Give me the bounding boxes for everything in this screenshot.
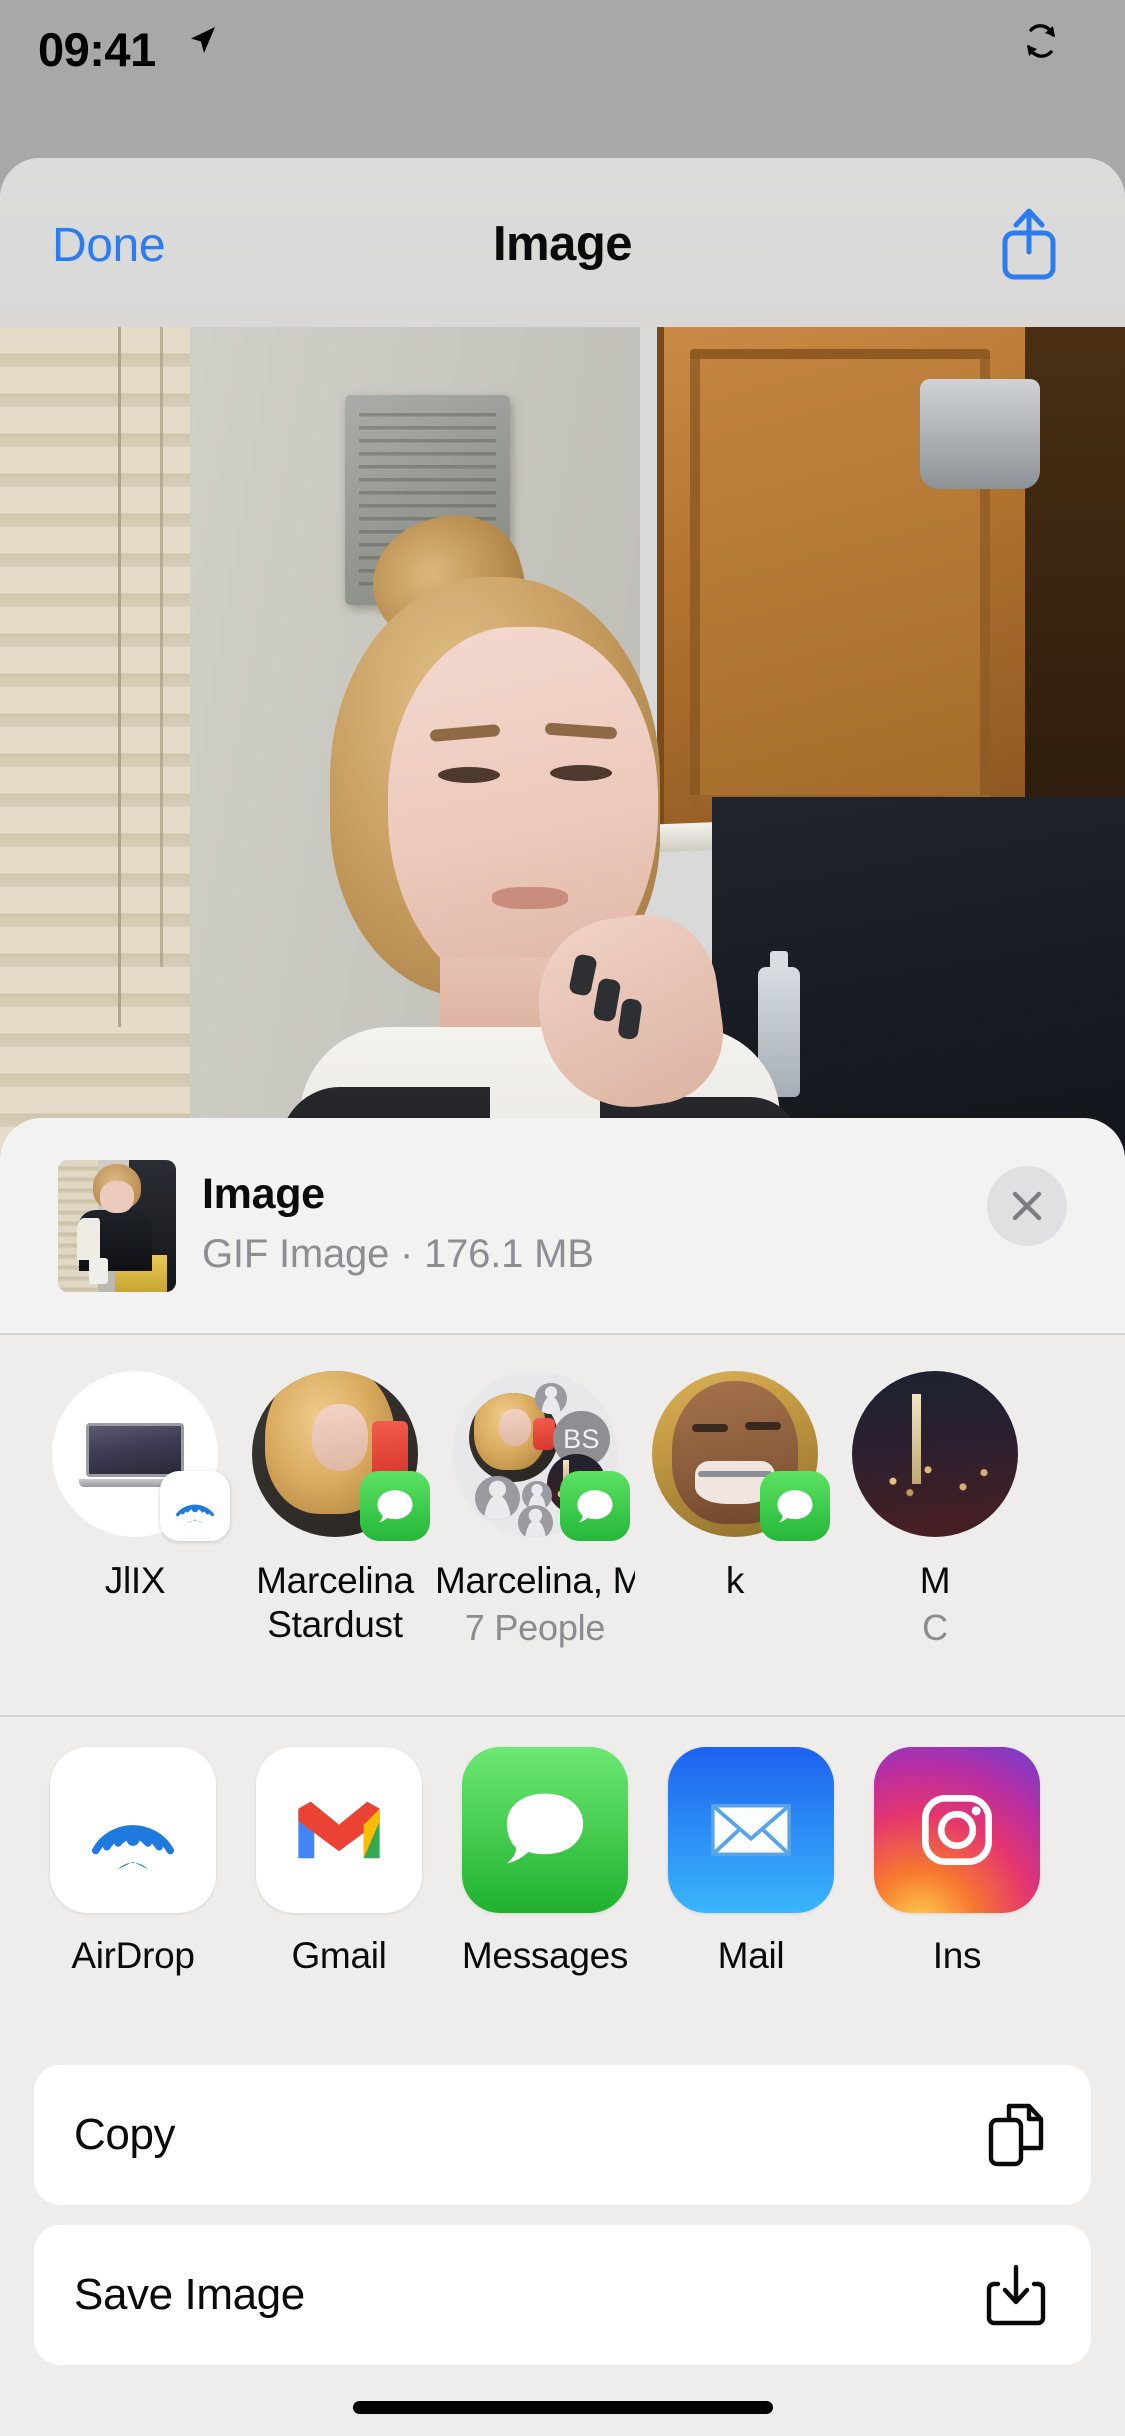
person-placeholder-icon xyxy=(475,1475,521,1521)
gmail-icon xyxy=(256,1747,422,1913)
contact-name: Marcelina, Mic... xyxy=(435,1560,635,1601)
person-placeholder-icon xyxy=(518,1505,554,1537)
mail-icon xyxy=(668,1747,834,1913)
home-indicator[interactable] xyxy=(352,2401,773,2414)
avatar xyxy=(652,1371,830,1541)
close-button[interactable] xyxy=(987,1166,1067,1246)
contact-item[interactable]: M C xyxy=(852,1335,1018,1715)
airdrop-badge-icon xyxy=(160,1471,230,1541)
app-label: AirDrop xyxy=(71,1935,195,1976)
app-item-instagram[interactable]: Ins xyxy=(874,1717,1040,2037)
app-item-airdrop[interactable]: AirDrop xyxy=(50,1717,216,2037)
share-up-arrow-icon[interactable] xyxy=(995,206,1063,282)
contacts-row[interactable]: JlIX Marcelina Stardust BS Marcelina, M … xyxy=(0,1335,1125,1715)
sync-rotate-icon xyxy=(1027,24,1055,58)
close-x-icon xyxy=(1012,1191,1042,1221)
actions-list: Copy Save Image xyxy=(0,2037,1125,2365)
file-thumbnail xyxy=(58,1160,176,1292)
apps-row[interactable]: AirDrop Gmail Messages Mail Ins xyxy=(0,1717,1125,2037)
avatar xyxy=(252,1371,430,1541)
contact-item[interactable]: k xyxy=(652,1335,830,1715)
airdrop-icon xyxy=(50,1747,216,1913)
messages-badge-icon xyxy=(760,1471,830,1541)
copy-documents-icon xyxy=(988,2103,1044,2167)
contact-subtitle: C xyxy=(922,1606,948,1648)
contact-name: Marcelina Stardust xyxy=(256,1560,414,1645)
status-bar: 09:41 xyxy=(0,0,1125,163)
person-placeholder-icon xyxy=(535,1382,567,1415)
contact-name: k xyxy=(725,1560,745,1601)
app-item-messages[interactable]: Messages xyxy=(462,1717,628,2037)
nav-bar: Done Image xyxy=(0,158,1125,327)
share-sheet-header: Image GIF Image · 176.1 MB xyxy=(0,1118,1125,1333)
app-label: Gmail xyxy=(291,1935,387,1976)
messages-badge-icon xyxy=(560,1471,630,1541)
avatar: BS xyxy=(452,1371,630,1541)
app-label: Ins xyxy=(932,1935,982,1976)
avatar xyxy=(852,1371,1018,1537)
share-sheet: Image GIF Image · 176.1 MB JlIX Marcelin… xyxy=(0,1118,1125,2436)
app-label: Mail xyxy=(717,1935,785,1976)
avatar xyxy=(52,1371,230,1541)
contact-name: JlIX xyxy=(104,1560,166,1601)
save-download-icon xyxy=(986,2264,1046,2326)
status-time: 09:41 xyxy=(38,23,156,76)
contact-item[interactable]: BS Marcelina, M 7 People xyxy=(435,1335,635,1715)
action-label: Save Image xyxy=(74,2270,305,2319)
file-title: Image xyxy=(202,1170,325,1218)
messages-badge-icon xyxy=(360,1471,430,1541)
action-label: Copy xyxy=(74,2110,176,2159)
iphone-screen: 09:41 Done Image Image GIF Image · 176.1… xyxy=(0,0,1125,2436)
messages-icon xyxy=(462,1747,628,1913)
app-card: Done Image Image GIF Image · 176.1 MB Jl… xyxy=(0,158,1125,2436)
contact-item[interactable]: JlIX xyxy=(52,1335,230,1715)
location-arrow-icon xyxy=(191,27,215,53)
contact-item[interactable]: Marcelina Stardust xyxy=(252,1335,430,1715)
app-label: Messages xyxy=(461,1935,629,1976)
app-item-mail[interactable]: Mail xyxy=(668,1717,834,2037)
file-subtitle: GIF Image · 176.1 MB xyxy=(202,1232,594,1276)
instagram-icon xyxy=(874,1747,1040,1913)
page-title: Image xyxy=(492,217,633,271)
contact-name: M xyxy=(919,1560,951,1601)
app-item-gmail[interactable]: Gmail xyxy=(256,1717,422,2037)
action-save-image[interactable]: Save Image xyxy=(34,2225,1091,2365)
contact-subtitle: 7 People xyxy=(464,1606,606,1648)
action-copy[interactable]: Copy xyxy=(34,2065,1091,2205)
